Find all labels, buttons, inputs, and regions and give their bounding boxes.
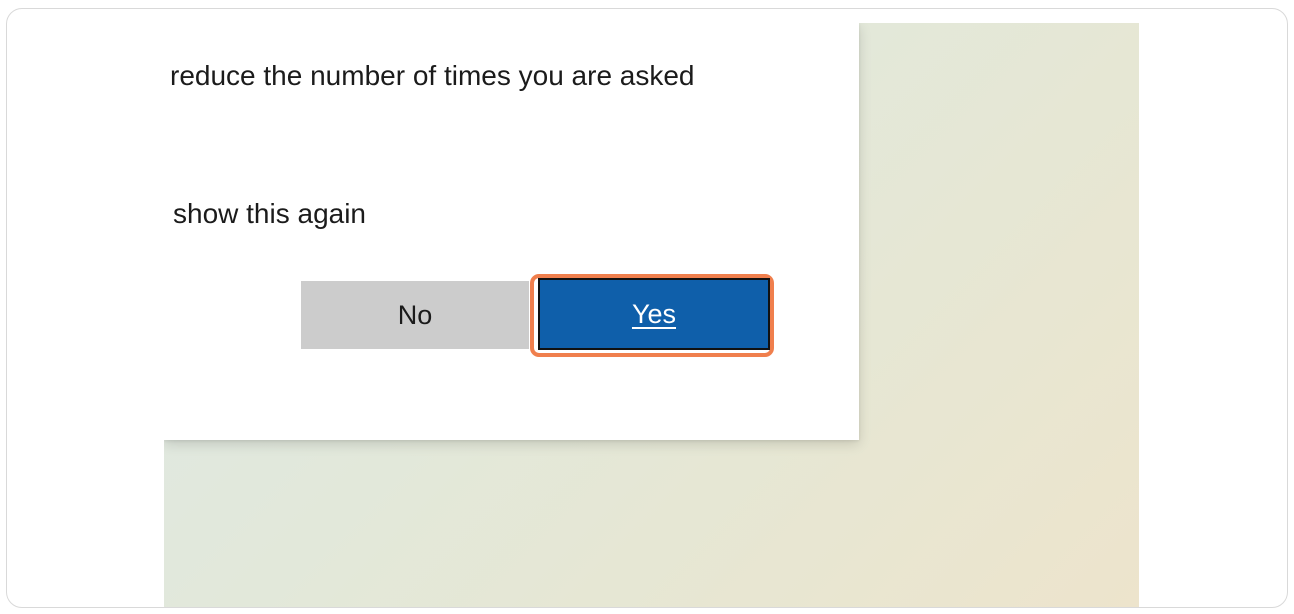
stay-signed-in-dialog: reduce the number of times you are asked… <box>164 23 859 440</box>
no-button[interactable]: No <box>301 281 529 349</box>
dont-show-again-label: show this again <box>173 198 367 229</box>
desktop-background: reduce the number of times you are asked… <box>164 23 1139 607</box>
screenshot-frame: reduce the number of times you are asked… <box>6 8 1288 608</box>
yes-button[interactable]: Yes <box>538 278 770 350</box>
reduce-prompts-text: reduce the number of times you are asked <box>170 60 695 91</box>
